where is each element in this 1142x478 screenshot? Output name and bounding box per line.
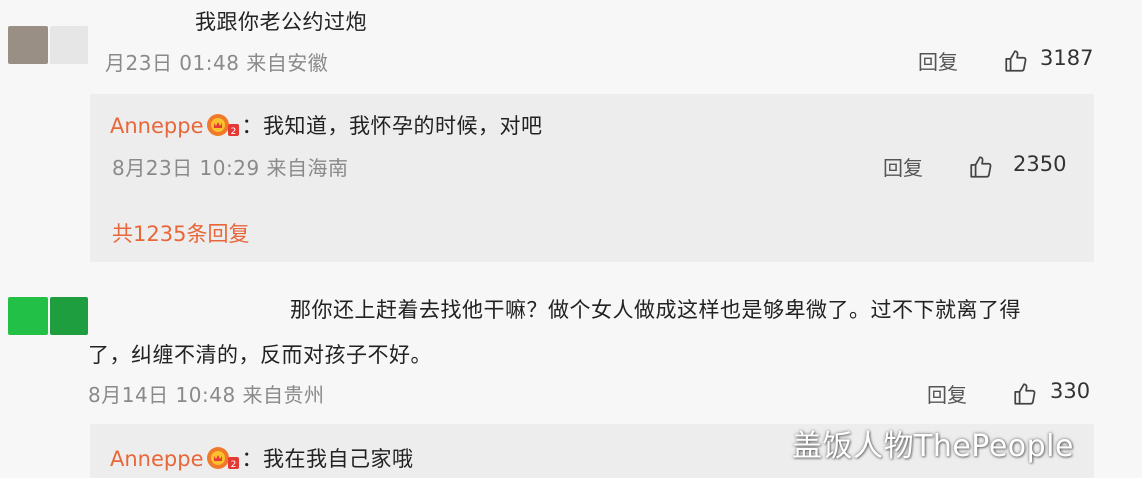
avatar-part (50, 26, 88, 64)
sub-reply: Anneppe 2 ：我在我自己家哦 (110, 443, 414, 473)
avatar-part (8, 26, 48, 64)
like-count: 330 (1050, 379, 1091, 403)
thumbs-up-icon[interactable] (1012, 381, 1038, 407)
comment-text-line: 了，纠缠不清的，反而对孩子不好。 (88, 343, 432, 367)
avatar[interactable] (8, 26, 88, 64)
thumbs-up-icon[interactable] (1003, 48, 1029, 74)
reply-text: 我知道，我怀孕的时候，对吧 (263, 114, 543, 138)
comment-text-line: 那你还上赶着去找他干嘛？做个女人做成这样也是够卑微了。过不下就离了得 (290, 298, 1021, 322)
username-link[interactable]: Anneppe (110, 114, 204, 138)
avatar-part (8, 297, 48, 335)
watermark-text: 盖饭人物ThePeople (792, 429, 1074, 464)
like-count: 3187 (1040, 46, 1094, 70)
username-link[interactable]: Anneppe (110, 447, 204, 471)
member-badge-icon: 2 (206, 112, 240, 138)
avatar[interactable] (8, 297, 88, 335)
reply-separator: ： (241, 114, 263, 138)
comment-meta: 8月14日 10:48 来自贵州 (88, 383, 325, 407)
member-badge-icon: 2 (206, 445, 240, 471)
comment-text: 我跟你老公约过炮 (195, 10, 367, 34)
like-count: 2350 (1013, 152, 1067, 176)
reply-meta: 8月23日 10:29 来自海南 (112, 156, 349, 180)
reply-button[interactable]: 回复 (883, 152, 923, 181)
svg-text:2: 2 (230, 460, 236, 470)
comment-meta: 月23日 01:48 来自安徽 (105, 51, 329, 75)
svg-text:2: 2 (230, 127, 236, 137)
reply-button[interactable]: 回复 (927, 379, 967, 408)
total-replies-link[interactable]: 共1235条回复 (112, 218, 249, 248)
thumbs-up-icon[interactable] (968, 154, 994, 180)
reply-button[interactable]: 回复 (918, 46, 958, 75)
avatar-part (50, 297, 88, 335)
reply-separator: ： (241, 447, 263, 471)
sub-reply: Anneppe 2 ：我知道，我怀孕的时候，对吧 (110, 110, 543, 140)
reply-text: 我在我自己家哦 (263, 447, 414, 471)
